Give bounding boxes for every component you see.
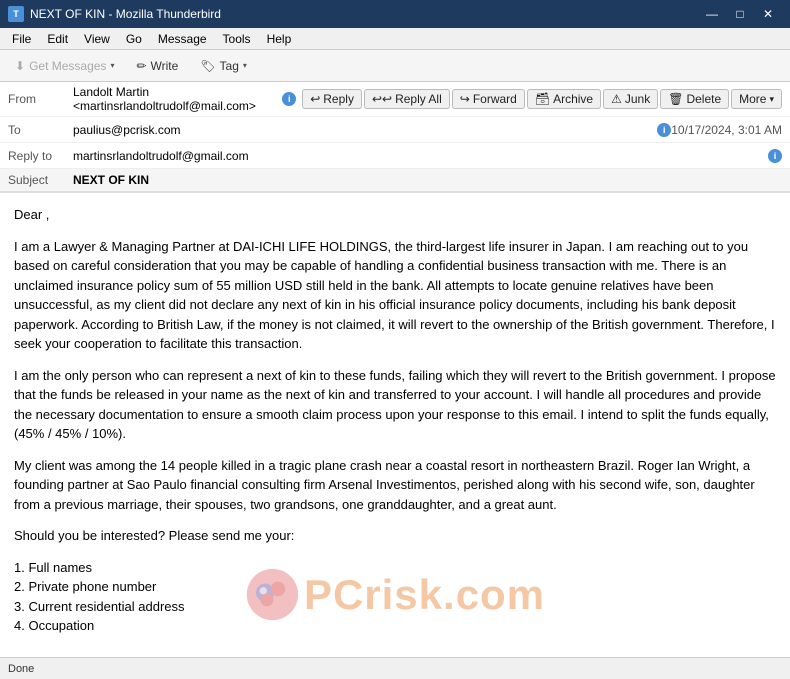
window-controls: — □ ✕: [698, 3, 782, 25]
action-buttons: ↩ Reply ↩↩ Reply All ↪ Forward 🗃 Archive…: [302, 89, 782, 109]
more-dropdown-icon: ▾: [769, 94, 774, 105]
forward-label: Forward: [473, 92, 517, 106]
title-bar: T NEXT OF KIN - Mozilla Thunderbird — □ …: [0, 0, 790, 28]
title-bar-left: T NEXT OF KIN - Mozilla Thunderbird: [8, 6, 221, 22]
get-messages-dropdown-icon: ▾: [110, 61, 114, 70]
archive-label: Archive: [553, 92, 593, 106]
reply-label: Reply: [323, 92, 354, 106]
menu-help[interactable]: Help: [259, 30, 300, 48]
email-header: From Landolt Martin <martinsrlandoltrudo…: [0, 82, 790, 193]
menu-message[interactable]: Message: [150, 30, 215, 48]
from-row: From Landolt Martin <martinsrlandoltrudo…: [0, 82, 790, 117]
to-value: paulius@pcrisk.com: [73, 123, 653, 137]
write-button[interactable]: ✏ Write: [127, 55, 187, 77]
forward-icon: ↪: [460, 92, 470, 106]
more-label: More: [739, 92, 766, 106]
status-bar: Done: [0, 657, 790, 679]
write-icon: ✏: [136, 59, 146, 73]
tag-dropdown-icon: ▾: [243, 61, 247, 70]
menu-view[interactable]: View: [76, 30, 118, 48]
get-messages-button[interactable]: ⬇ Get Messages ▾: [6, 55, 123, 77]
main-toolbar: ⬇ Get Messages ▾ ✏ Write 🏷 Tag ▾: [0, 50, 790, 82]
junk-button[interactable]: ⚠ Junk: [603, 89, 658, 109]
reply-icon: ↩: [310, 92, 320, 106]
body-paragraph-3: My client was among the 14 people killed…: [14, 456, 776, 515]
reply-to-security-icon[interactable]: i: [768, 149, 782, 163]
delete-label: Delete: [686, 92, 721, 106]
junk-label: Junk: [625, 92, 650, 106]
get-messages-icon: ⬇: [15, 59, 25, 73]
menu-tools[interactable]: Tools: [215, 30, 259, 48]
body-paragraph-4: Should you be interested? Please send me…: [14, 526, 776, 546]
tag-label: Tag: [220, 59, 239, 73]
app-window: T NEXT OF KIN - Mozilla Thunderbird — □ …: [0, 0, 790, 679]
subject-row: Subject NEXT OF KIN: [0, 169, 790, 192]
menu-bar: File Edit View Go Message Tools Help: [0, 28, 790, 50]
body-paragraph-2: I am the only person who can represent a…: [14, 366, 776, 444]
archive-icon: 🗃: [535, 92, 550, 106]
reply-all-icon: ↩↩: [372, 92, 392, 106]
delete-icon: 🗑: [668, 92, 683, 106]
minimize-button[interactable]: —: [698, 3, 726, 25]
maximize-button[interactable]: □: [726, 3, 754, 25]
body-greeting: Dear ,: [14, 205, 776, 225]
get-messages-label: Get Messages: [29, 59, 106, 73]
reply-to-row: Reply to martinsrlandoltrudolf@gmail.com…: [0, 143, 790, 169]
menu-edit[interactable]: Edit: [39, 30, 76, 48]
from-value: Landolt Martin <martinsrlandoltrudolf@ma…: [73, 85, 278, 113]
delete-button[interactable]: 🗑 Delete: [660, 89, 729, 109]
email-body-container[interactable]: Dear , I am a Lawyer & Managing Partner …: [0, 193, 790, 662]
subject-value: NEXT OF KIN: [73, 173, 782, 187]
body-list: 1. Full names 2. Private phone number 3.…: [14, 558, 776, 636]
junk-icon: ⚠: [611, 92, 622, 106]
more-button[interactable]: More ▾: [731, 89, 782, 109]
to-label: To: [8, 123, 73, 137]
subject-label: Subject: [8, 173, 73, 187]
forward-button[interactable]: ↪ Forward: [452, 89, 525, 109]
reply-all-button[interactable]: ↩↩ Reply All: [364, 89, 450, 109]
reply-to-value: martinsrlandoltrudolf@gmail.com: [73, 149, 764, 163]
email-date: 10/17/2024, 3:01 AM: [671, 123, 782, 137]
menu-file[interactable]: File: [4, 30, 39, 48]
security-icon[interactable]: i: [282, 92, 296, 106]
reply-all-label: Reply All: [395, 92, 442, 106]
from-label: From: [8, 92, 73, 106]
menu-go[interactable]: Go: [118, 30, 150, 48]
to-row: To paulius@pcrisk.com i 10/17/2024, 3:01…: [0, 117, 790, 143]
body-paragraph-1: I am a Lawyer & Managing Partner at DAI-…: [14, 237, 776, 354]
status-text: Done: [8, 663, 34, 675]
email-body: Dear , I am a Lawyer & Managing Partner …: [0, 193, 790, 660]
tag-icon: 🏷: [200, 59, 215, 73]
reply-button[interactable]: ↩ Reply: [302, 89, 362, 109]
window-title: NEXT OF KIN - Mozilla Thunderbird: [30, 7, 221, 21]
app-icon: T: [8, 6, 24, 22]
close-button[interactable]: ✕: [754, 3, 782, 25]
tag-button[interactable]: 🏷 Tag ▾: [191, 55, 256, 77]
write-label: Write: [151, 59, 179, 73]
to-security-icon[interactable]: i: [657, 123, 671, 137]
archive-button[interactable]: 🗃 Archive: [527, 89, 601, 109]
reply-to-label: Reply to: [8, 149, 73, 163]
